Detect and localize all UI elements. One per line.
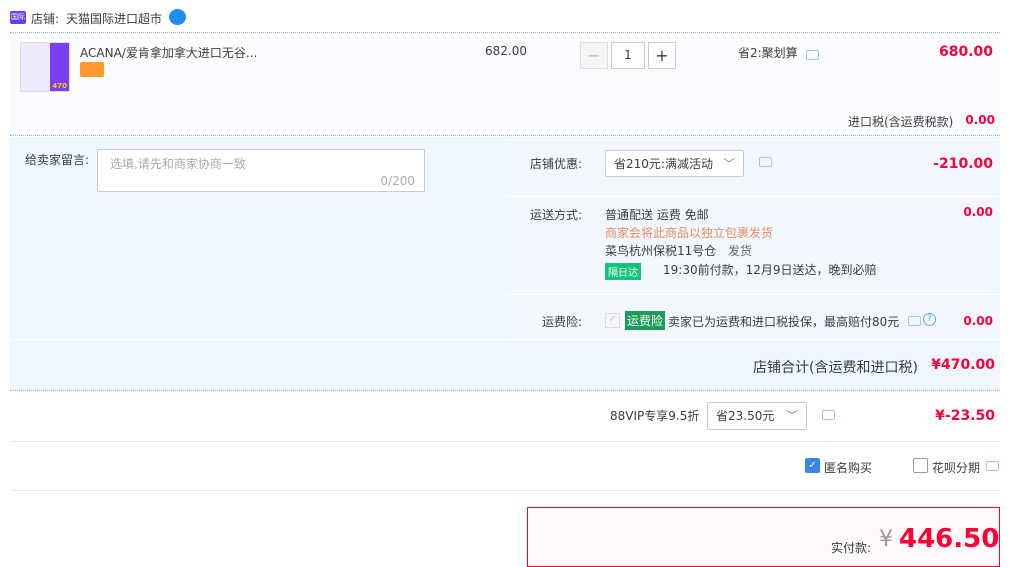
- divider: [505, 196, 1000, 197]
- shipping-method: 普通配送 运费 免邮: [605, 208, 709, 222]
- shop-total-label: 店铺合计(含运费和进口税): [753, 360, 918, 376]
- shipping-ship: 发货: [728, 244, 753, 258]
- vip-value: ¥-23.50: [935, 408, 995, 424]
- pay-amount: 446.50: [899, 524, 1000, 554]
- shop-total-value: ¥470.00: [931, 357, 995, 373]
- vip-selected: 省23.50元: [716, 409, 775, 423]
- message-counter: 0/200: [380, 174, 415, 188]
- quantity-plus-button[interactable]: +: [648, 42, 676, 69]
- chat-icon[interactable]: [759, 157, 772, 167]
- tax-value: 0.00: [965, 113, 995, 127]
- shipping-note: 商家会将此商品以独立包裹发货: [605, 226, 774, 240]
- next-day-badge: 隔日达: [605, 263, 641, 280]
- chat-icon[interactable]: [806, 50, 819, 60]
- vip-select[interactable]: 省23.50元 ﹀: [707, 402, 807, 430]
- help-icon[interactable]: ?: [923, 313, 936, 326]
- anonymous-label[interactable]: 匿名购买: [824, 459, 872, 476]
- item-thumbnail[interactable]: 470: [20, 42, 70, 92]
- discount-select[interactable]: 省210元:满减活动 ﹀: [605, 150, 744, 177]
- discount-selected: 省210元:满减活动: [614, 157, 713, 171]
- item-subtotal: 680.00: [938, 44, 993, 60]
- chevron-down-icon: ﹀: [722, 157, 735, 171]
- insurance-text: 卖家已为运费和进口税投保，最高赔付80元: [668, 315, 900, 329]
- pay-currency: ¥: [879, 527, 893, 552]
- message-label: 给卖家留言:: [25, 153, 90, 167]
- divider: [10, 135, 1000, 136]
- wangwang-chat-icon[interactable]: [169, 9, 186, 25]
- insurance-checkbox[interactable]: ✓: [605, 313, 620, 328]
- divider: [505, 294, 1000, 295]
- thumb-price: 470: [52, 82, 67, 90]
- shop-label: 店铺:: [31, 12, 60, 26]
- item-price: 682.00: [485, 44, 527, 58]
- shipping-value: 0.00: [963, 205, 993, 219]
- insurance-label: 运费险:: [542, 315, 583, 329]
- divider: [10, 441, 1000, 442]
- insurance-value: 0.00: [963, 314, 993, 328]
- chat-icon[interactable]: [986, 461, 999, 471]
- item-title[interactable]: ACANA/爱肯拿加拿大进口无谷...: [80, 44, 257, 61]
- vip-label: 88VIP专享9.5折: [610, 409, 700, 423]
- chevron-down-icon: ﹀: [785, 409, 798, 423]
- item-promo: 省2:聚划算: [738, 46, 798, 60]
- quantity-minus-button[interactable]: −: [580, 42, 608, 69]
- chat-icon[interactable]: [908, 316, 921, 326]
- shop-badge-icon: 国际: [10, 11, 26, 24]
- chat-icon[interactable]: [822, 410, 835, 420]
- pay-label: 实付款:: [831, 541, 872, 555]
- card-icon: [80, 62, 104, 77]
- message-placeholder: 选填,请先和商家协商一致: [110, 157, 246, 171]
- discount-label: 店铺优惠:: [530, 157, 583, 171]
- tax-label: 进口税(含运费税款): [848, 115, 954, 129]
- shipping-eta: 19:30前付款，12月9日送达，晚到必赔: [663, 263, 877, 277]
- quantity-input[interactable]: 1: [611, 42, 645, 69]
- shop-name[interactable]: 天猫国际进口超市: [66, 10, 162, 27]
- huabei-label[interactable]: 花呗分期: [932, 459, 980, 476]
- anonymous-checkbox[interactable]: ✓: [805, 458, 820, 473]
- shipping-label: 运送方式:: [530, 208, 583, 222]
- message-textarea[interactable]: 选填,请先和商家协商一致 0/200: [97, 149, 425, 192]
- divider: [10, 490, 1000, 491]
- insurance-tag: 运费险: [625, 311, 666, 330]
- shipping-warehouse: 菜鸟杭州保税11号仓: [605, 244, 717, 258]
- huabei-checkbox[interactable]: [913, 458, 928, 473]
- discount-value: -210.00: [933, 156, 993, 172]
